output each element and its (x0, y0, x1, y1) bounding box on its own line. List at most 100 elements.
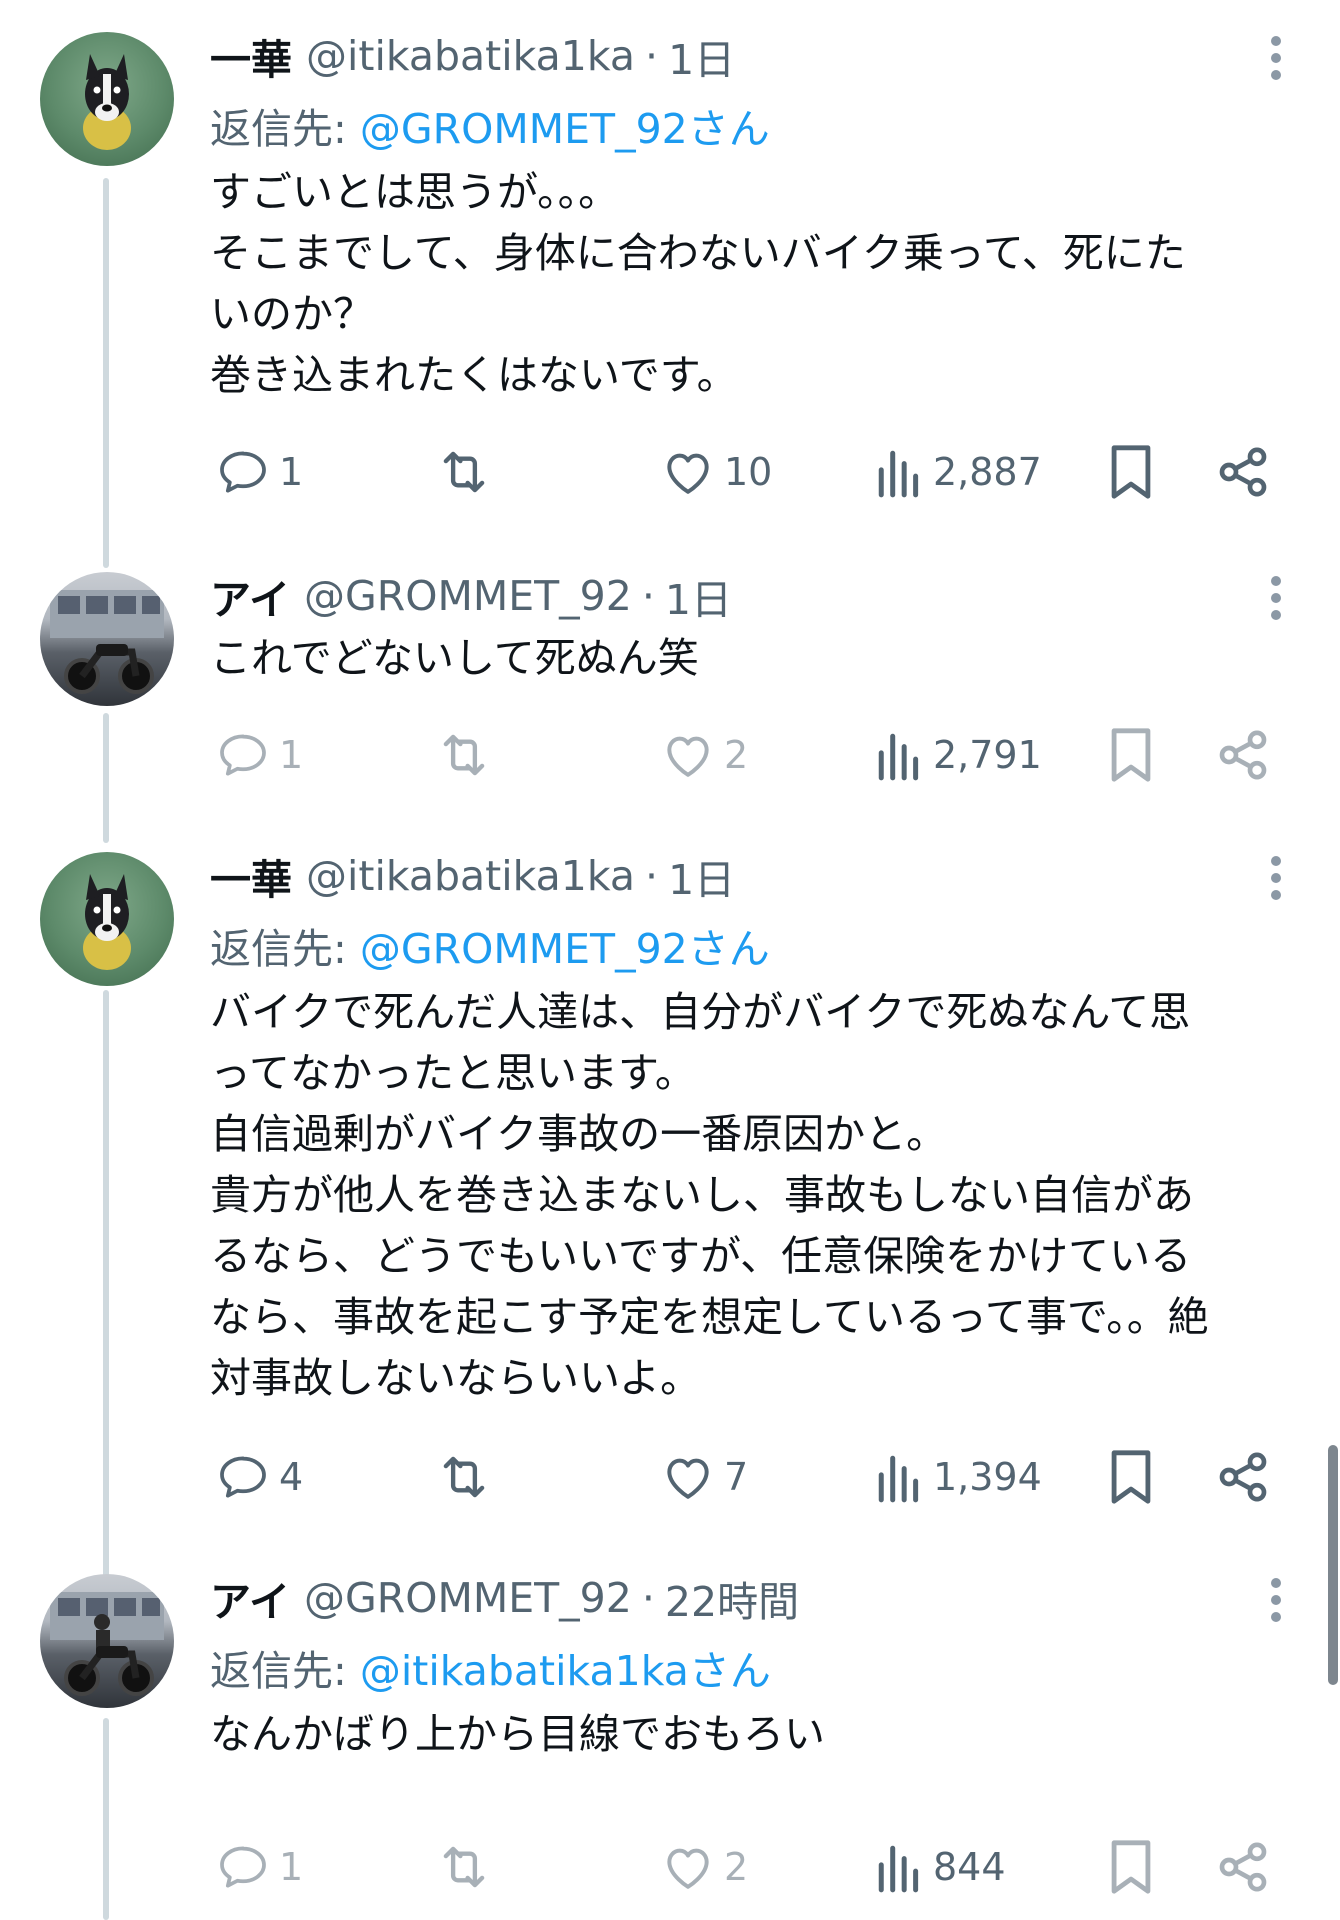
display-name[interactable]: 一華 (210, 846, 292, 906)
bookmark-icon (1111, 1840, 1151, 1894)
like-button[interactable]: 10 (660, 437, 772, 507)
tweet[interactable]: 一華 @itikabatika1ka · 1日 返信先: @GROMMET_92… (0, 820, 1340, 1570)
bookmark-icon (1111, 445, 1151, 499)
tweet-actions: 1 2 2,791 (210, 720, 1300, 790)
views-button[interactable]: 844 (875, 1832, 1006, 1902)
bookmark-icon (1111, 728, 1151, 782)
bookmark-button[interactable] (1105, 1442, 1157, 1512)
tweet[interactable]: アイ @GROMMET_92 · 22時間 返信先: @itikabatika1… (0, 1542, 1340, 1920)
motorcycle-avatar-icon (50, 1592, 164, 1696)
views-button[interactable]: 2,791 (875, 720, 1042, 790)
reply-to-label: 返信先: (210, 1647, 360, 1695)
avatar[interactable] (40, 852, 174, 986)
timestamp[interactable]: 1日 (668, 846, 735, 906)
timestamp[interactable]: 22時間 (665, 1568, 799, 1628)
reply-icon (220, 1846, 266, 1888)
bookmark-button[interactable] (1105, 720, 1157, 790)
separator-dot: · (645, 32, 659, 80)
views-chart-icon (878, 1845, 919, 1893)
user-handle[interactable]: @itikabatika1ka (306, 852, 635, 900)
view-count: 844 (933, 1845, 1006, 1889)
tweet-text-line: なら、事故を起こす予定を想定しているって事で。。絶 (210, 1293, 1209, 1341)
reply-count: 4 (279, 1455, 304, 1499)
user-handle[interactable]: @itikabatika1ka (306, 32, 635, 80)
reply-button[interactable]: 1 (215, 437, 303, 507)
views-button[interactable]: 1,394 (875, 1442, 1042, 1512)
timestamp[interactable]: 1日 (668, 26, 735, 86)
reply-mention-link[interactable]: @GROMMET_92さん (360, 925, 770, 973)
tweet-text-line: 貴方が他人を巻き込まないし、事故もしない自信があ (210, 1171, 1194, 1219)
view-count: 2,887 (933, 450, 1042, 494)
tweet-text-line: バイクで死んだ人達は、自分がバイクで死ぬなんて思 (210, 988, 1191, 1036)
heart-icon (667, 1848, 709, 1889)
retweet-button[interactable] (435, 437, 493, 507)
like-count: 10 (724, 450, 773, 494)
bookmark-button[interactable] (1105, 1832, 1157, 1902)
view-count: 1,394 (933, 1455, 1042, 1499)
tweet-header: アイ @GROMMET_92 · 22時間 (210, 1568, 799, 1628)
share-button[interactable] (1215, 1442, 1271, 1512)
view-count: 2,791 (933, 733, 1042, 777)
reply-button[interactable]: 4 (215, 1442, 303, 1512)
display-name[interactable]: アイ (210, 1568, 290, 1628)
tweet-text: すごいとは思うが。。。 そこまでして、身体に合わないバイク乗って、死にた いのか… (210, 162, 1320, 406)
reply-mention-link[interactable]: @GROMMET_92さん (360, 105, 770, 153)
display-name[interactable]: 一華 (210, 26, 292, 86)
reply-count: 1 (279, 1845, 304, 1889)
reply-to-label: 返信先: (210, 105, 360, 153)
tweet-text-line: ってなかったと思います。 (210, 1049, 696, 1097)
reply-to: 返信先: @itikabatika1kaさん (210, 1637, 771, 1697)
dog-avatar-icon (83, 874, 131, 970)
retweet-button[interactable] (435, 1442, 493, 1512)
views-chart-icon (878, 1455, 919, 1503)
heart-icon (667, 453, 709, 494)
tweet-actions: 1 2 844 (210, 1832, 1300, 1902)
reply-button[interactable]: 1 (215, 1832, 303, 1902)
tweet-text-line: これでどないして死ぬん笑 (210, 634, 699, 682)
scrollbar[interactable] (1328, 1445, 1338, 1685)
tweet-text-line: 自信過剰がバイク事故の一番原因かと。 (210, 1110, 948, 1158)
avatar[interactable] (40, 1574, 174, 1708)
tweet[interactable]: アイ @GROMMET_92 · 1日 これでどないして死ぬん笑 1 2 2,7… (0, 540, 1340, 820)
tweet-actions: 4 7 1,394 (210, 1442, 1300, 1512)
user-handle[interactable]: @GROMMET_92 (304, 572, 632, 620)
tweet-text-line: いのか？ (210, 290, 374, 338)
reply-button[interactable]: 1 (215, 720, 303, 790)
retweet-icon (443, 1456, 485, 1498)
reply-mention-link[interactable]: @itikabatika1kaさん (360, 1647, 771, 1695)
separator-dot: · (645, 852, 659, 900)
timestamp[interactable]: 1日 (665, 566, 732, 626)
tweet-text-line: すごいとは思うが。。。 (210, 168, 620, 216)
user-handle[interactable]: @GROMMET_92 (304, 1574, 632, 1622)
tweet[interactable]: 一華 @itikabatika1ka · 1日 返信先: @GROMMET_92… (0, 0, 1340, 540)
share-button[interactable] (1215, 437, 1271, 507)
share-button[interactable] (1215, 720, 1271, 790)
retweet-icon (443, 1846, 485, 1888)
views-button[interactable]: 2,887 (875, 437, 1042, 507)
display-name[interactable]: アイ (210, 566, 290, 626)
tweet-text-line: なんかばり上から目線でおもろい (210, 1710, 825, 1758)
retweet-icon (443, 451, 485, 493)
more-options-icon[interactable] (1258, 852, 1294, 904)
like-button[interactable]: 7 (660, 1442, 748, 1512)
reply-to-label: 返信先: (210, 925, 360, 973)
more-options-icon[interactable] (1258, 1574, 1294, 1626)
reply-count: 1 (279, 733, 304, 777)
share-icon (1219, 1842, 1267, 1892)
avatar[interactable] (40, 32, 174, 166)
reply-count: 1 (279, 450, 304, 494)
bookmark-button[interactable] (1105, 437, 1157, 507)
tweet-text: これでどないして死ぬん笑 (210, 628, 1320, 689)
more-options-icon[interactable] (1258, 572, 1294, 624)
like-button[interactable]: 2 (660, 720, 748, 790)
avatar[interactable] (40, 572, 174, 706)
like-button[interactable]: 2 (660, 1832, 748, 1902)
reply-to: 返信先: @GROMMET_92さん (210, 915, 770, 975)
retweet-button[interactable] (435, 720, 493, 790)
retweet-button[interactable] (435, 1832, 493, 1902)
separator-dot: · (641, 1574, 655, 1622)
more-options-icon[interactable] (1258, 32, 1294, 84)
tweet-text-line: 巻き込まれたくはないです。 (210, 351, 738, 399)
share-button[interactable] (1215, 1832, 1271, 1902)
retweet-icon (443, 734, 485, 776)
